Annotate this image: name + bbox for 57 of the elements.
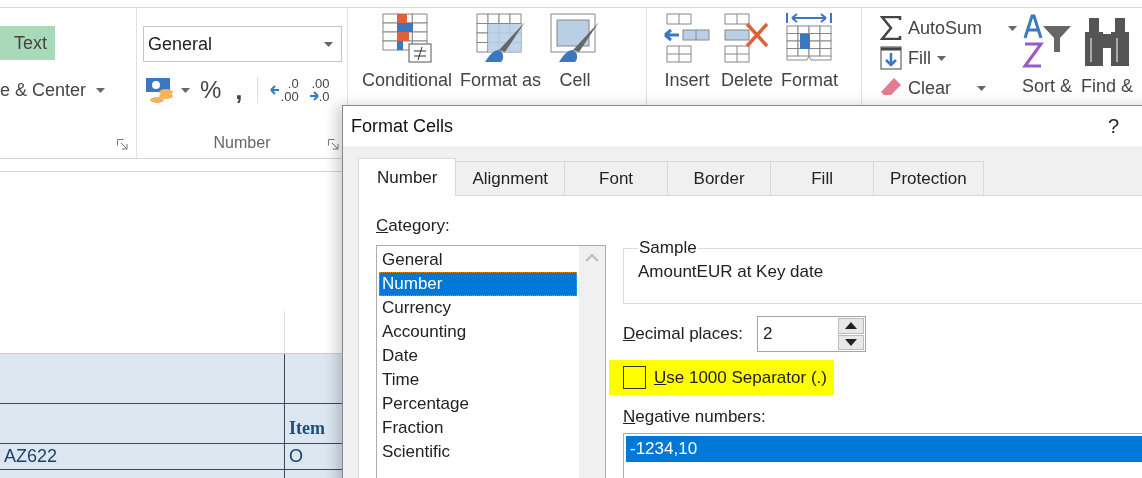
number-format-dropdown[interactable]: General: [143, 26, 342, 62]
category-item[interactable]: Time: [379, 368, 577, 392]
money-coins-icon[interactable]: [145, 76, 175, 104]
fill-down-icon: [880, 46, 902, 70]
sample-value: AmountEUR at Key date: [638, 262, 824, 281]
tab[interactable]: Number: [358, 158, 457, 196]
right-arrow-icon: [308, 91, 319, 101]
conditional-format-icon: [381, 12, 434, 64]
editing-button[interactable]: Sort &: [1017, 14, 1078, 102]
dialog-launcher-icon[interactable]: [328, 139, 339, 150]
caret-icon: [96, 88, 106, 93]
editing-button[interactable]: Find &: [1077, 14, 1138, 102]
left-arrow-icon: [269, 85, 280, 95]
caret-icon: [1008, 25, 1018, 31]
increase-decimal-button[interactable]: .0 .00: [267, 77, 301, 103]
percent-style-button[interactable]: %: [196, 78, 226, 102]
category-item[interactable]: Currency: [379, 296, 577, 320]
dialog-title: Format Cells: [351, 115, 453, 137]
editing-button[interactable]: Clear: [880, 74, 1018, 102]
category-item[interactable]: Fraction: [379, 416, 577, 440]
negative-numbers-list[interactable]: -1234,10: [623, 433, 1142, 478]
cells-button[interactable]: Insert: [657, 12, 717, 91]
editing-button[interactable]: Fill: [880, 44, 1018, 72]
category-item[interactable]: General: [379, 248, 577, 272]
styles-button[interactable]: Format as: [456, 12, 546, 91]
wrap-text-button[interactable]: Text: [0, 26, 55, 60]
styles-button[interactable]: Conditional: [358, 12, 457, 91]
cells-button[interactable]: Delete: [717, 12, 778, 91]
caret-icon: [937, 55, 946, 61]
styles-button[interactable]: Cell: [545, 12, 606, 91]
negative-format-item[interactable]: -1234,10: [626, 436, 1142, 462]
negative-numbers-label: Negative numbers:: [623, 407, 767, 427]
dialog-launcher-icon[interactable]: [117, 139, 128, 150]
category-item[interactable]: Date: [379, 344, 577, 368]
table-cell: AZ622: [0, 444, 285, 470]
category-label: Category:: [376, 216, 451, 236]
help-button[interactable]: ?: [1103, 114, 1123, 138]
decimal-places-label: Decimal places:: [623, 324, 743, 344]
separator-checkbox[interactable]: [623, 366, 646, 389]
caret-icon: [977, 85, 986, 91]
sort-filter-icon: [1021, 14, 1074, 70]
merge-center-button[interactable]: e & Center: [0, 74, 106, 101]
caret-icon: [324, 41, 333, 47]
insert-cells-icon: [661, 12, 713, 64]
separator-label[interactable]: Use 1000 Separator (.): [654, 367, 827, 388]
cells-button[interactable]: Format: [777, 12, 843, 91]
category-list[interactable]: General Number Currency Accounting Date Time Percentage Fraction Scientific: [376, 245, 606, 478]
decrease-decimal-button[interactable]: .00 .0: [306, 77, 332, 103]
category-item[interactable]: Accounting: [379, 320, 577, 344]
category-item[interactable]: Number: [379, 272, 577, 296]
editing-button[interactable]: AutoSum: [880, 14, 1018, 42]
tab[interactable]: Protection: [873, 161, 984, 195]
caret-icon: [181, 87, 190, 93]
sample-legend: Sample: [638, 238, 698, 258]
group-label: Number: [213, 134, 271, 152]
sigma-icon: [880, 16, 902, 40]
comma-style-button[interactable]: ,: [231, 77, 247, 103]
